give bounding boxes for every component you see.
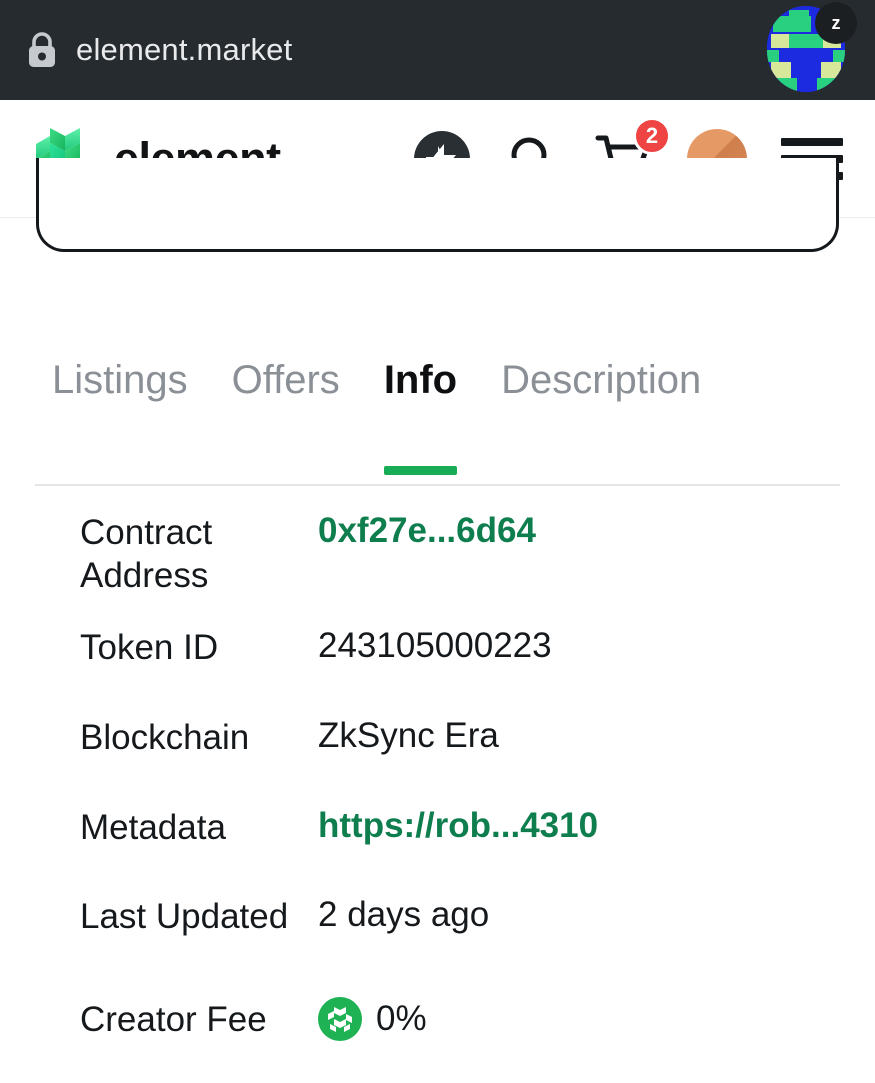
token-id-value: 243105000223 (318, 626, 552, 666)
info-label: Blockchain (80, 718, 250, 758)
creator-fee-value-wrap: 0% (318, 997, 427, 1042)
info-label: Last Updated (80, 897, 289, 937)
info-label: Contract Address (80, 513, 213, 595)
creator-fee-value: 0% (376, 998, 427, 1038)
tab-divider (35, 484, 840, 486)
tab-label: Description (501, 358, 702, 402)
lock-icon (22, 28, 62, 72)
browser-url-bar: element.market z (0, 0, 875, 100)
hamburger-bar (781, 137, 843, 146)
cart-count-badge: 2 (633, 116, 671, 155)
page-content: Listings Offers Info Description Contrac… (0, 158, 875, 1083)
tab-label: Info (383, 358, 458, 402)
table-row: Creator Fee 0% (0, 997, 875, 1042)
tab-label: Offers (231, 358, 340, 402)
blockchain-value: ZkSync Era (318, 716, 499, 756)
table-row: Metadata https://rob...4310 (0, 805, 875, 850)
url-text[interactable]: element.market (76, 32, 292, 68)
metadata-link[interactable]: https://rob...4310 (318, 805, 598, 848)
info-table: Contract Address 0xf27e...6d64 Token ID … (0, 510, 875, 1042)
tab-offers[interactable]: Offers (232, 358, 340, 409)
table-row: Token ID 243105000223 (0, 625, 875, 670)
info-label: Token ID (80, 628, 219, 668)
table-row: Contract Address 0xf27e...6d64 (0, 510, 875, 597)
table-row: Last Updated 2 days ago (0, 894, 875, 939)
tab-listings[interactable]: Listings (52, 358, 188, 409)
last-updated-value: 2 days ago (318, 895, 490, 935)
tab-label: Listings (52, 358, 188, 402)
active-tab-underline (383, 466, 458, 475)
info-label: Metadata (80, 807, 226, 847)
tab-description[interactable]: Description (501, 358, 701, 409)
profile-badge[interactable]: z (815, 2, 857, 44)
tab-info[interactable]: Info (383, 358, 458, 475)
table-row: Blockchain ZkSync Era (0, 715, 875, 760)
collapsed-panel-bottom-edge[interactable] (36, 158, 839, 252)
contract-address-link[interactable]: 0xf27e...6d64 (318, 510, 536, 553)
element-fee-icon (318, 997, 362, 1042)
info-label: Creator Fee (80, 1000, 267, 1040)
tab-bar: Listings Offers Info Description (0, 358, 875, 475)
browser-profile[interactable]: z (767, 2, 857, 92)
